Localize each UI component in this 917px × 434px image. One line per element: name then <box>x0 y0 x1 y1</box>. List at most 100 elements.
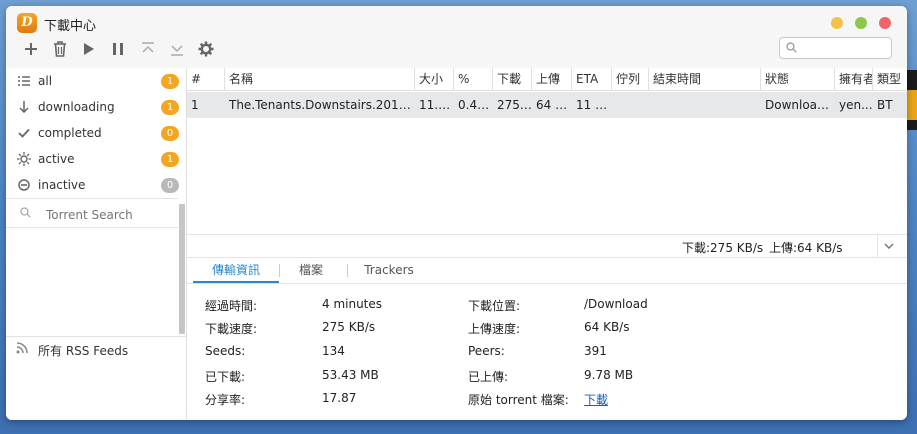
upload-speed-label: 上傳速度: <box>468 322 521 336</box>
search-box[interactable] <box>779 37 892 59</box>
downloaded-value: 53.43 MB <box>322 368 379 382</box>
cell-number: 1 <box>191 98 199 112</box>
column-header-download[interactable]: 下載 <box>493 68 532 90</box>
checkmark-icon <box>16 125 32 141</box>
count-badge: 1 <box>161 152 179 167</box>
collapse-details-button[interactable] <box>877 235 900 257</box>
column-header-percent[interactable]: % <box>454 68 493 90</box>
divider <box>6 227 178 228</box>
sidebar: all 1 downloading 1 completed 0 active 1… <box>6 68 187 420</box>
transfer-status-bar: 下載:275 KB/s 上傳:64 KB/s <box>187 234 907 258</box>
seeds-label: Seeds: <box>205 344 246 358</box>
settings-button[interactable] <box>195 38 217 60</box>
download-location-value: /Download <box>584 297 648 311</box>
column-header-queue[interactable]: 佇列 <box>612 68 649 90</box>
sidebar-item-inactive[interactable]: inactive 0 <box>6 172 179 198</box>
search-input[interactable] <box>802 40 891 58</box>
download-location-label: 下載位置: <box>468 299 521 313</box>
sidebar-item-all[interactable]: all 1 <box>6 68 179 94</box>
column-header-upload[interactable]: 上傳 <box>532 68 572 90</box>
content-area: all 1 downloading 1 completed 0 active 1… <box>6 68 907 420</box>
sidebar-item-active[interactable]: active 1 <box>6 146 179 172</box>
tab-transfer-info[interactable]: 傳輸資訊 <box>193 257 279 283</box>
minus-circle-icon <box>16 177 32 193</box>
count-badge: 1 <box>161 74 179 89</box>
cell-name: The.Tenants.Downstairs.2016.108... <box>229 98 415 112</box>
tab-divider <box>347 264 348 277</box>
download-speed-value: 275 KB/s <box>322 320 376 334</box>
sidebar-item-label: completed <box>38 126 102 140</box>
rss-icon <box>16 342 28 357</box>
count-badge: 1 <box>161 100 179 115</box>
minimize-button[interactable] <box>831 17 843 29</box>
tab-trackers[interactable]: Trackers <box>349 257 429 283</box>
count-badge: 0 <box>161 126 179 141</box>
share-ratio-label: 分享率: <box>205 393 246 407</box>
sidebar-item-label: downloading <box>38 100 115 114</box>
total-download-speed: 下載:275 KB/s <box>682 241 764 255</box>
cell-size: 11.1... <box>419 98 454 112</box>
download-station-logo-icon: D <box>17 13 37 33</box>
pause-icon <box>113 43 123 55</box>
column-header-number[interactable]: # <box>187 68 225 90</box>
search-icon <box>20 207 31 218</box>
seeds-value: 134 <box>322 344 345 358</box>
torrent-search-input[interactable] <box>44 205 176 225</box>
column-header-name[interactable]: 名稱 <box>225 68 415 90</box>
sun-icon <box>16 151 32 167</box>
cell-queue <box>612 92 649 118</box>
window-title: 下載中心 <box>44 19 97 34</box>
peers-value: 391 <box>584 344 607 358</box>
sidebar-item-downloading[interactable]: downloading 1 <box>6 94 179 120</box>
move-bottom-icon <box>171 45 183 56</box>
cell-upload: 64 K... <box>536 98 572 112</box>
delete-button[interactable] <box>49 38 71 60</box>
main-panel: # 名稱 大小 % 下載 上傳 ETA 佇列 結束時間 狀態 擁有者 類型 1 … <box>187 68 907 420</box>
original-torrent-label: 原始 torrent 檔案: <box>468 393 569 407</box>
rss-label: 所有 RSS Feeds <box>38 344 129 358</box>
downloaded-label: 已下載: <box>205 370 246 384</box>
list-icon <box>16 73 32 89</box>
download-center-window: D 下載中心 all 1 downloading 1 completed 0 a… <box>6 6 907 420</box>
share-ratio-value: 17.87 <box>322 391 357 405</box>
sidebar-scrollbar[interactable] <box>179 204 185 334</box>
column-header-type[interactable]: 類型 <box>873 68 907 90</box>
column-header-status[interactable]: 狀態 <box>761 68 835 90</box>
cell-end-time <box>649 92 761 118</box>
chevron-down-icon <box>884 243 894 249</box>
column-header-owner[interactable]: 擁有者 <box>835 68 873 90</box>
rss-feeds-item[interactable]: 所有 RSS Feeds <box>6 338 186 362</box>
move-down-button[interactable] <box>166 38 188 60</box>
play-icon <box>84 43 94 55</box>
cell-status: Downloadi... <box>765 98 835 112</box>
maximize-button[interactable] <box>855 17 867 29</box>
sidebar-item-label: all <box>38 74 53 88</box>
title-bar: D 下載中心 <box>6 6 907 40</box>
sidebar-item-completed[interactable]: completed 0 <box>6 120 179 146</box>
add-button[interactable] <box>20 38 42 60</box>
tab-divider <box>279 264 280 277</box>
close-button[interactable] <box>879 17 891 29</box>
column-header-size[interactable]: 大小 <box>415 68 454 90</box>
cell-type: BT <box>877 98 893 112</box>
column-header-end-time[interactable]: 結束時間 <box>649 68 761 90</box>
download-torrent-link[interactable]: 下載 <box>584 391 608 408</box>
uploaded-value: 9.78 MB <box>584 368 634 382</box>
move-up-button[interactable] <box>137 38 159 60</box>
pause-button[interactable] <box>107 38 129 60</box>
torrent-search[interactable] <box>6 202 178 226</box>
search-icon <box>786 42 797 53</box>
uploaded-label: 已上傳: <box>468 370 509 384</box>
table-header: # 名稱 大小 % 下載 上傳 ETA 佇列 結束時間 狀態 擁有者 類型 <box>187 68 907 91</box>
divider <box>6 198 178 199</box>
cell-eta: 11 h... <box>576 98 612 112</box>
tab-files[interactable]: 檔案 <box>281 257 341 283</box>
divider <box>6 336 186 337</box>
table-row[interactable]: 1 The.Tenants.Downstairs.2016.108... 11.… <box>187 92 907 118</box>
desktop-background-icon-accent <box>907 90 917 120</box>
gear-icon <box>198 41 214 57</box>
cell-download: 275 ... <box>497 98 532 112</box>
resume-button[interactable] <box>78 38 100 60</box>
column-header-eta[interactable]: ETA <box>572 68 612 90</box>
sidebar-item-label: inactive <box>38 178 86 192</box>
